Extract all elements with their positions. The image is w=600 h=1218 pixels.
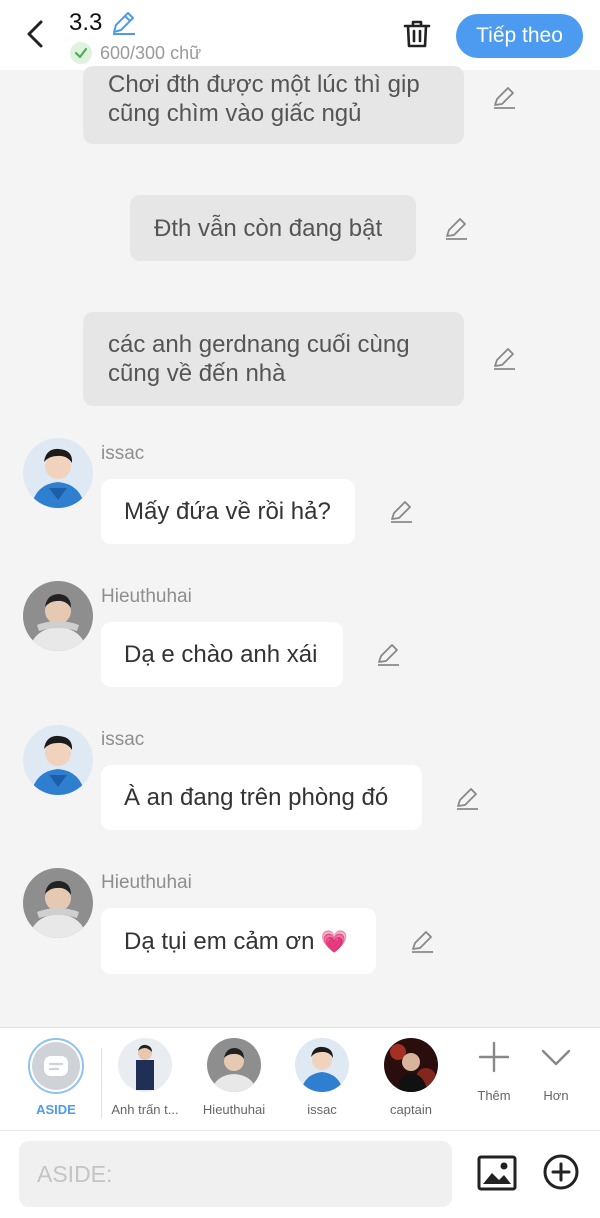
character-anh-tran-thanh[interactable]: Anh trấn t... xyxy=(103,1038,187,1117)
character-label: Hieuthuhai xyxy=(202,1102,266,1117)
episode-title[interactable]: 3.3 xyxy=(69,9,102,37)
message-bubble[interactable]: Dạ e chào anh xái xyxy=(101,622,343,687)
input-placeholder: ASIDE: xyxy=(37,1160,113,1187)
chevron-left-icon xyxy=(27,20,43,48)
chevron-down-icon xyxy=(541,1049,571,1066)
character-label: Anh trấn t... xyxy=(111,1102,179,1117)
character-bar: ASIDE Anh trấn t... Hieuthuhai issac cap… xyxy=(0,1027,600,1131)
avatar xyxy=(207,1038,261,1092)
sender-name: issac xyxy=(101,443,145,464)
message-text: À an đang trên phòng đó xyxy=(124,784,389,811)
pencil-icon[interactable] xyxy=(110,10,136,36)
char-count: 600/300 chữ xyxy=(100,42,202,63)
message-input[interactable]: ASIDE: xyxy=(19,1141,452,1207)
avatar xyxy=(295,1038,349,1092)
back-button[interactable] xyxy=(18,14,52,54)
message-text: Dạ e chào anh xái xyxy=(124,641,318,668)
avatar-hieuthuhai[interactable] xyxy=(23,868,93,938)
avatar-issac[interactable] xyxy=(23,438,93,508)
narration-bubble[interactable]: Đth vẫn còn đang bật xyxy=(130,195,416,261)
avatar xyxy=(384,1038,438,1092)
character-label: issac xyxy=(307,1102,337,1117)
message-text: Dạ tụi em cảm ơn xyxy=(124,927,315,955)
sender-name: issac xyxy=(101,729,145,750)
edit-icon[interactable] xyxy=(388,498,414,524)
character-issac[interactable]: issac xyxy=(280,1038,364,1117)
character-label: ASIDE xyxy=(36,1102,76,1117)
narration-text: các anh gerdnang cuối cùng cũng về đến n… xyxy=(108,331,410,387)
image-icon[interactable] xyxy=(476,1152,518,1194)
edit-icon[interactable] xyxy=(443,215,469,241)
trash-icon xyxy=(403,20,431,48)
narration-text: Chơi đth được một lúc thì gip cũng chìm … xyxy=(108,71,420,127)
narration-bubble[interactable]: Chơi đth được một lúc thì gip cũng chìm … xyxy=(83,66,464,144)
message-text: Mấy đứa về rồi hả? xyxy=(124,498,331,525)
add-circle-icon[interactable] xyxy=(542,1153,580,1191)
expand-label: Hơn xyxy=(543,1088,569,1103)
divider xyxy=(101,1048,102,1118)
plus-icon xyxy=(478,1041,510,1073)
next-button[interactable]: Tiếp theo xyxy=(456,14,583,58)
character-hieuthuhai[interactable]: Hieuthuhai xyxy=(192,1038,276,1117)
heart-emoji: 💗 xyxy=(320,928,348,954)
character-aside[interactable]: ASIDE xyxy=(14,1038,98,1117)
sender-name: Hieuthuhai xyxy=(101,586,192,607)
avatar-issac[interactable] xyxy=(23,725,93,795)
sender-name: Hieuthuhai xyxy=(101,872,192,893)
avatar-hieuthuhai[interactable] xyxy=(23,581,93,651)
edit-icon[interactable] xyxy=(409,928,435,954)
character-captain[interactable]: captain xyxy=(369,1038,453,1117)
expand-button[interactable]: Hơn xyxy=(514,1040,598,1103)
character-label: captain xyxy=(390,1102,432,1117)
message-bubble[interactable]: À an đang trên phòng đó xyxy=(101,765,422,830)
edit-icon[interactable] xyxy=(375,641,401,667)
check-icon xyxy=(70,42,92,64)
top-bar: 3.3 600/300 chữ Tiếp theo xyxy=(0,0,600,70)
avatar xyxy=(118,1038,172,1092)
delete-button[interactable] xyxy=(400,14,434,54)
edit-icon[interactable] xyxy=(491,84,517,110)
char-count-row: 600/300 chữ xyxy=(70,42,201,64)
narration-bubble[interactable]: các anh gerdnang cuối cùng cũng về đến n… xyxy=(83,312,464,406)
edit-icon[interactable] xyxy=(454,785,480,811)
narration-text: Đth vẫn còn đang bật xyxy=(154,214,383,242)
message-bubble[interactable]: Mấy đứa về rồi hả? xyxy=(101,479,355,544)
message-bubble[interactable]: Dạ tụi em cảm ơn 💗 xyxy=(101,908,376,974)
composer: ASIDE: xyxy=(0,1131,600,1218)
edit-icon[interactable] xyxy=(491,345,517,371)
aside-icon xyxy=(32,1042,80,1090)
